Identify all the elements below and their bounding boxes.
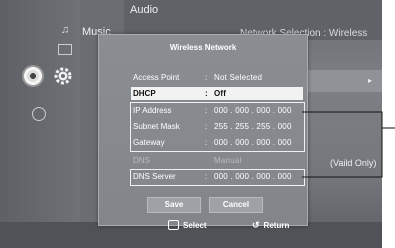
return-hint: ↺ Return <box>252 220 289 231</box>
row-label: Access Point <box>133 73 180 82</box>
save-button[interactable]: Save <box>147 197 201 213</box>
tv-screen: Music Audio Network Selection : Wireless… <box>0 0 382 248</box>
row-value: 000 . 000 . 000 . 000 <box>214 138 292 147</box>
screen-root: Music Audio Network Selection : Wireless… <box>0 0 395 248</box>
row-dns: DNS Manual <box>131 154 303 167</box>
row-dns-server[interactable]: DNS Server : 000 . 000 . 000 . 000 <box>131 170 303 183</box>
globe-icon <box>32 107 46 121</box>
row-access-point[interactable]: Access Point : Not Selected <box>131 71 303 84</box>
wireless-network-dialog: Wireless Network Access Point : Not Sele… <box>98 34 308 226</box>
return-arrow-icon: ↺ <box>252 220 260 230</box>
row-label: DHCP <box>133 89 156 98</box>
row-colon: : <box>205 89 208 98</box>
row-label: IP Address <box>133 106 172 115</box>
select-hint-label: Select <box>183 220 207 230</box>
row-colon: : <box>205 106 208 115</box>
music-note-icon: ♫ <box>60 24 70 36</box>
side-note: (Vaild Only) <box>330 158 377 168</box>
row-label: Gateway <box>133 138 165 147</box>
dialog-title: Wireless Network <box>169 43 237 52</box>
row-colon: : <box>205 172 208 181</box>
row-value: 000 . 000 . 000 . 000 <box>214 106 292 115</box>
row-value: 255 . 255 . 255 . 000 <box>214 122 292 131</box>
row-colon: : <box>205 122 208 131</box>
cancel-button[interactable]: Cancel <box>209 197 263 213</box>
select-hint: Select <box>168 220 207 230</box>
row-value: Off <box>214 89 227 98</box>
row-value: Manual <box>214 156 242 165</box>
row-subnet-mask[interactable]: Subnet Mask : 255 . 255 . 255 . 000 <box>131 120 303 133</box>
gear-icon <box>53 66 73 86</box>
return-hint-label: Return <box>263 221 290 230</box>
row-label: Subnet Mask <box>133 122 180 131</box>
row-label: DNS <box>133 156 150 165</box>
photo-icon <box>58 44 72 55</box>
row-value: Not Selected <box>214 73 263 82</box>
row-dhcp[interactable]: DHCP : Off <box>131 87 303 100</box>
enter-key-icon <box>168 220 179 230</box>
disc-icon <box>22 65 44 87</box>
menu-item-audio[interactable]: Audio <box>130 4 158 16</box>
chevron-right-icon: ▸ <box>368 76 373 85</box>
main-menu-rail <box>0 0 81 248</box>
row-ip-address[interactable]: IP Address : 000 . 000 . 000 . 000 <box>131 104 303 117</box>
row-value: 000 . 000 . 000 . 000 <box>214 172 292 181</box>
row-label: DNS Server <box>133 172 176 181</box>
row-gateway[interactable]: Gateway : 000 . 000 . 000 . 000 <box>131 136 303 149</box>
row-colon: : <box>205 73 208 82</box>
row-colon: : <box>205 138 208 147</box>
